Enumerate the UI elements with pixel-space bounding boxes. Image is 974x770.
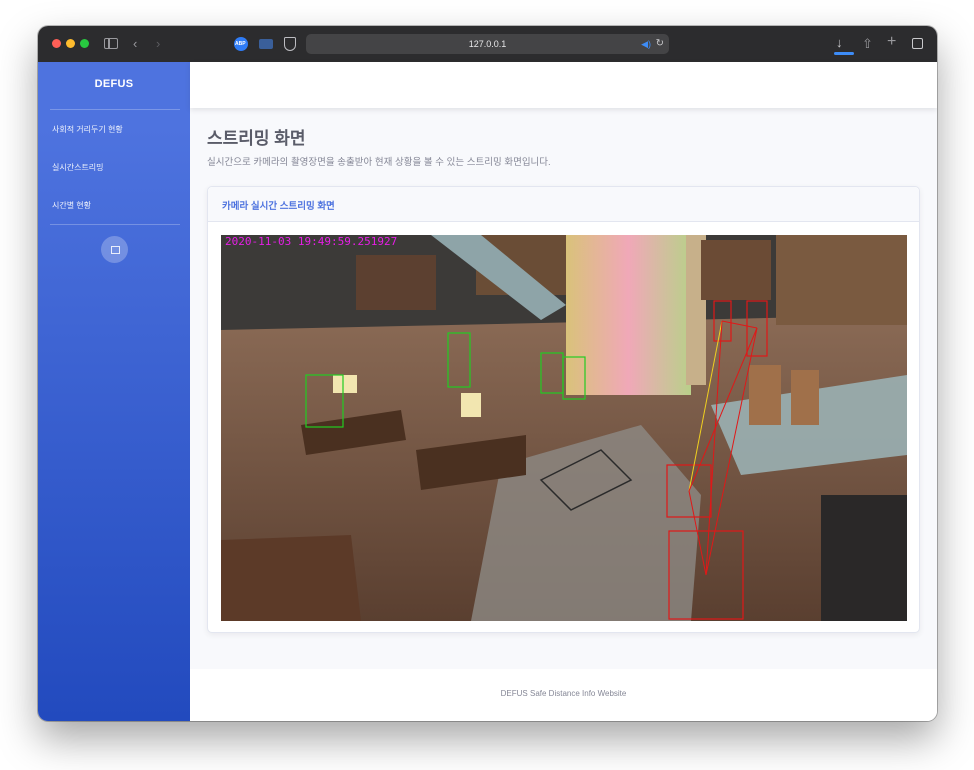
card-header: 카메라 실시간 스트리밍 화면: [208, 187, 919, 222]
download-progress-bar: [834, 52, 854, 55]
topbar: [190, 62, 937, 108]
footer: DEFUS Safe Distance Info Website: [190, 669, 937, 721]
new-tab-icon[interactable]: +: [887, 33, 896, 51]
sidebar: DEFUS 사회적 거리두기 현황 실시간스트리밍 시간별 현황: [38, 62, 190, 721]
address-bar[interactable]: 127.0.0.1 ◀) ↻: [306, 34, 669, 54]
sidebar-divider: [50, 109, 180, 110]
card-title: 카메라 실시간 스트리밍 화면: [222, 201, 335, 212]
download-icon[interactable]: ↓: [836, 34, 843, 52]
reload-icon[interactable]: ↻: [656, 34, 664, 54]
minimize-window-button[interactable]: [66, 39, 75, 48]
sidebar-item-distance-status[interactable]: 사회적 거리두기 현황: [52, 124, 123, 135]
camera-stream-video: 2020-11-03 19:49:59.251927: [221, 235, 907, 621]
url-text: 127.0.0.1: [468, 39, 507, 49]
privacy-shield-icon[interactable]: [284, 37, 296, 51]
brand-logo[interactable]: DEFUS: [38, 78, 190, 90]
sidebar-divider: [50, 224, 180, 225]
browser-window: ‹ › 127.0.0.1 ◀) ↻ ↓ ⇧ + DEFUS 사회적 거리두기 …: [38, 26, 937, 721]
browser-titlebar: ‹ › 127.0.0.1 ◀) ↻ ↓ ⇧ +: [38, 26, 937, 62]
forward-icon[interactable]: ›: [156, 35, 160, 53]
page-subtitle: 실시간으로 카메라의 촬영장면을 송출받아 현재 상황을 볼 수 있는 스트리밍…: [207, 157, 551, 168]
stream-timestamp: 2020-11-03 19:49:59.251927: [225, 235, 397, 248]
share-icon[interactable]: ⇧: [862, 35, 873, 53]
page-title: 스트리밍 화면: [207, 129, 306, 148]
sidebar-item-hourly-status[interactable]: 시간별 현황: [52, 200, 91, 211]
back-icon[interactable]: ‹: [133, 35, 137, 53]
extension-icon[interactable]: [259, 39, 273, 49]
audio-icon[interactable]: ◀): [641, 34, 651, 54]
close-window-button[interactable]: [52, 39, 61, 48]
sidebar-toggle-icon[interactable]: [104, 38, 118, 49]
zoom-window-button[interactable]: [80, 39, 89, 48]
streaming-card: 카메라 실시간 스트리밍 화면 2020-11-03 19:49:59.2519…: [207, 186, 920, 633]
tab-overview-icon[interactable]: [912, 38, 923, 49]
footer-text: DEFUS Safe Distance Info Website: [500, 689, 627, 698]
sidebar-item-streaming[interactable]: 실시간스트리밍: [52, 162, 104, 173]
sidebar-collapse-button[interactable]: [101, 236, 128, 263]
adblock-extension-icon[interactable]: [234, 37, 248, 51]
